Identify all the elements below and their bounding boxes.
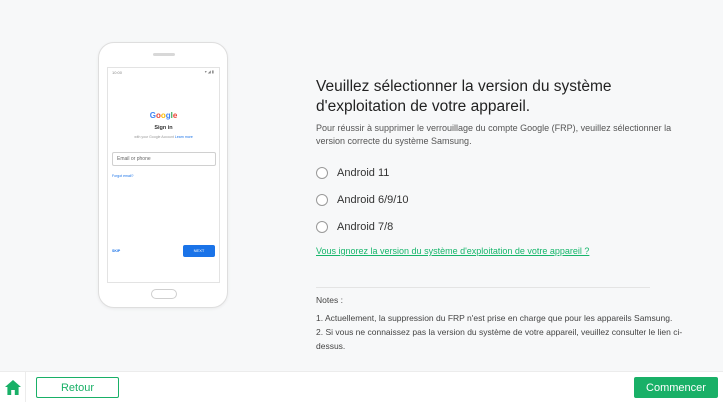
radio-button[interactable] [316,221,328,233]
phone-illustration: 10:00 ▾◢▮ Google Sign in with your Googl… [98,42,228,308]
radio-button[interactable] [316,167,328,179]
phone-speaker [153,53,175,56]
home-button[interactable] [0,372,26,402]
option-android-7-8[interactable]: Android 7/8 [316,219,393,235]
google-email-field: Email or phone [112,152,216,166]
google-logo: Google [149,111,178,120]
home-icon [4,380,21,395]
notes-title: Notes : [316,295,343,305]
option-label: Android 7/8 [337,221,394,233]
note-2: 2. Si vous ne connaissez pas la version … [316,327,683,351]
google-next-button: NEXT [183,245,215,257]
page-title: Veuillez sélectionner la version du syst… [316,78,612,115]
start-button[interactable]: Commencer [634,377,718,398]
phone-screen: 10:00 ▾◢▮ Google Sign in with your Googl… [107,67,220,283]
status-time: 10:00 [112,70,123,75]
radio-button[interactable] [316,194,328,206]
google-sign-in-title: Sign in [154,125,173,131]
page-description: Pour réussir à supprimer le verrouillage… [316,123,672,146]
option-label: Android 11 [337,167,390,179]
google-skip-link: SKIP [112,249,121,253]
option-android-11[interactable]: Android 11 [316,165,389,181]
app-window: 10:00 ▾◢▮ Google Sign in with your Googl… [0,0,723,402]
notes-text: 1. Actuellement, la suppression du FRP n… [316,311,691,353]
google-forgot-link: Forgot email? [112,174,134,178]
option-android-6-9-10[interactable]: Android 6/9/10 [316,192,409,208]
status-icons: ▾◢▮ [204,69,215,74]
option-label: Android 6/9/10 [337,194,409,206]
note-1: 1. Actuellement, la suppression du FRP n… [316,313,673,323]
bottom-bar: Retour Commencer [0,371,723,402]
google-sign-in-subtitle: with your Google Account Learn more [134,135,193,139]
unknown-version-link[interactable]: Vous ignorez la version du système d'exp… [316,246,589,256]
back-button[interactable]: Retour [36,377,119,398]
phone-home-button [151,289,177,299]
divider [316,287,650,288]
